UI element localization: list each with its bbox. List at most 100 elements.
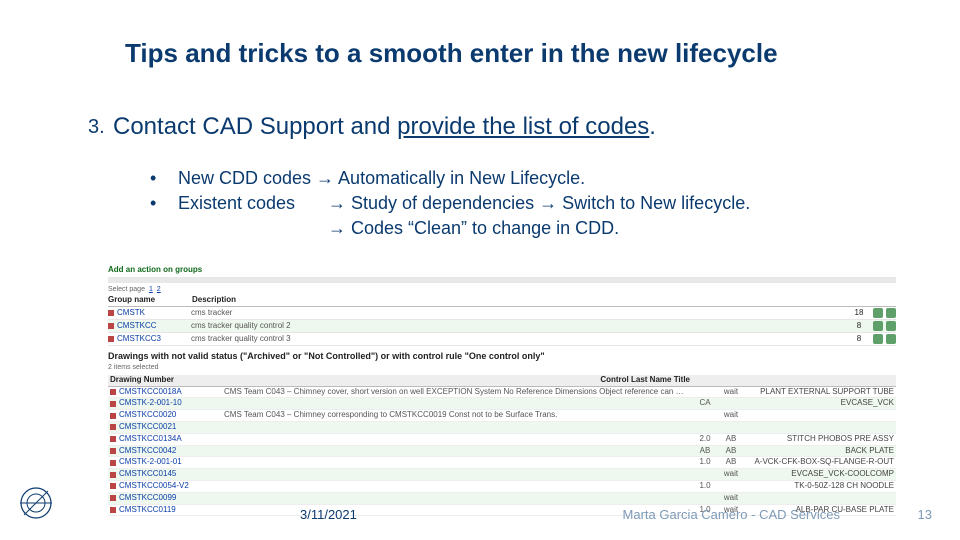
drawing-row[interactable]: CMSTKCC0054-V21.0TK-0-50Z-128 CH NOODLE <box>108 481 896 493</box>
drawing-lastname: wait <box>718 388 744 397</box>
bullet-list: • New CDD codes → Automatically in New L… <box>150 168 750 243</box>
drawing-number: CMSTKCC0099 <box>119 494 224 503</box>
action-icon[interactable] <box>873 321 883 331</box>
group-count: 8 <box>848 322 870 331</box>
bullet-2-label: Existent codes <box>178 193 328 214</box>
square-icon <box>110 436 116 442</box>
drawing-number: CMSTKCC0018A <box>119 388 224 397</box>
group-name: CMSTKCC <box>117 322 191 331</box>
square-icon <box>108 336 114 342</box>
drawing-desc: CMS Team C043 – Chimney cover, short ver… <box>224 388 692 397</box>
drawing-lastname: wait <box>718 470 744 479</box>
drawing-lastname: AB <box>718 447 744 456</box>
drawing-number: CMSTK-2-001-01 <box>119 458 224 467</box>
group-desc: cms tracker quality control 3 <box>191 335 848 344</box>
drawing-number: CMSTK-2-001-10 <box>119 399 224 408</box>
col-group-desc: Description <box>192 296 896 305</box>
drawing-title: STITCH PHOBOS PRE ASSY <box>744 435 894 444</box>
drawing-lastname: wait <box>718 494 744 503</box>
action-icon[interactable] <box>886 308 896 318</box>
drawing-control: CA <box>692 399 718 408</box>
footer-page-number: 13 <box>918 507 932 522</box>
col-group-name: Group name <box>108 296 192 305</box>
action-icon[interactable] <box>873 334 883 344</box>
heading-tail: . <box>649 113 656 140</box>
toolbar-bar <box>108 277 896 283</box>
section-heading: Contact CAD Support and provide the list… <box>113 113 656 141</box>
group-row[interactable]: CMSTKCC3cms tracker quality control 38 <box>108 333 896 346</box>
square-icon <box>110 448 116 454</box>
drawing-row[interactable]: CMSTKCC0021 <box>108 422 896 434</box>
group-desc: cms tracker quality control 2 <box>191 322 848 331</box>
list-number: 3. <box>88 116 105 139</box>
bullet-dot: • <box>150 168 178 189</box>
drawing-number: CMSTKCC0020 <box>119 411 224 420</box>
square-icon <box>110 495 116 501</box>
group-row[interactable]: CMSTKCCcms tracker quality control 28 <box>108 320 896 333</box>
drawing-number: CMSTKCC0021 <box>119 423 224 432</box>
square-icon <box>110 460 116 466</box>
page-1[interactable]: 1 <box>149 286 153 293</box>
drawing-title: EVCASE_VCK <box>744 399 894 408</box>
square-icon <box>110 507 116 513</box>
group-header: Group name Description <box>108 295 896 307</box>
drawing-row[interactable]: CMSTKCC0042ABABBACK PLATE <box>108 446 896 458</box>
pager: Select page 1 2 <box>108 286 896 294</box>
group-count: 8 <box>848 335 870 344</box>
group-name: CMSTKCC3 <box>117 335 191 344</box>
bullet-1: New CDD codes → Automatically in New Lif… <box>178 168 585 189</box>
drawing-row[interactable]: CMSTKCC0145 waitEVCASE_VCK-COOLCOMP <box>108 469 896 481</box>
footer-author: Marta Garcia Camero - CAD Services <box>623 507 840 522</box>
heading-underlined: provide the list of codes <box>397 113 649 140</box>
drawing-title: PLANT EXTERNAL SUPPORT TUBE <box>744 388 894 397</box>
group-name: CMSTK <box>117 309 191 318</box>
action-icon[interactable] <box>886 321 896 331</box>
heading-text: Contact CAD Support and <box>113 113 397 140</box>
drawing-title: TK-0-50Z-128 CH NOODLE <box>744 482 894 491</box>
drawing-row[interactable]: CMSTK-2-001-01 1.0ABA-VCK-CFK-BOX-SQ-FLAN… <box>108 457 896 469</box>
page-2[interactable]: 2 <box>157 286 161 293</box>
drawing-control: 2.0 <box>692 435 718 444</box>
bullet-2-rest: → Study of dependencies → Switch to New … <box>328 193 750 213</box>
drawing-lastname: wait <box>718 411 744 420</box>
drawing-row[interactable]: CMSTKCC0134A2.0ABSTITCH PHOBOS PRE ASSY <box>108 434 896 446</box>
drawing-number: CMSTKCC0119 <box>119 506 224 515</box>
col-drawing-number: Drawing Number <box>110 376 530 385</box>
drawing-title: BACK PLATE <box>744 447 894 456</box>
action-icon[interactable] <box>886 334 896 344</box>
drawing-title: EVCASE_VCK-COOLCOMP <box>744 470 894 479</box>
drawing-row[interactable]: CMSTKCC0018ACMS Team C043 – Chimney cove… <box>108 387 896 399</box>
square-icon <box>110 472 116 478</box>
col-drawing-rest: Control Last Name Title <box>530 376 690 385</box>
slide-title: Tips and tricks to a smooth enter in the… <box>125 38 778 69</box>
selection-count: 2 items selected <box>108 364 896 372</box>
add-action-link[interactable]: Add an action on groups <box>108 266 896 275</box>
embedded-screenshot: Add an action on groups Select page 1 2 … <box>108 266 896 516</box>
slide: Tips and tricks to a smooth enter in the… <box>0 0 960 540</box>
square-icon <box>110 389 116 395</box>
bullet-3: → Codes “Clean” to change in CDD. <box>328 218 619 239</box>
drawing-lastname: AB <box>718 458 744 467</box>
drawing-title: A-VCK-CFK-BOX-SQ-FLANGE-R-OUT <box>744 458 894 467</box>
group-row[interactable]: CMSTKcms tracker18 <box>108 307 896 320</box>
drawing-row[interactable]: CMSTKCC0099 wait <box>108 493 896 505</box>
drawing-number: CMSTKCC0054-V2 <box>119 482 224 491</box>
bullet-2: Existent codes→ Study of dependencies → … <box>178 193 750 214</box>
action-icon[interactable] <box>873 308 883 318</box>
drawing-number: CMSTKCC0145 <box>119 470 224 479</box>
group-count: 18 <box>848 309 870 318</box>
square-icon <box>108 310 114 316</box>
drawing-row[interactable]: CMSTK-2-001-10 CA EVCASE_VCK <box>108 398 896 410</box>
square-icon <box>110 401 116 407</box>
cern-logo <box>18 485 54 526</box>
square-icon <box>110 483 116 489</box>
square-icon <box>110 424 116 430</box>
drawings-section-title: Drawings with not valid status ("Archive… <box>108 352 896 362</box>
drawing-number: CMSTKCC0042 <box>119 447 224 456</box>
drawing-row[interactable]: CMSTKCC0020CMS Team C043 – Chimney corre… <box>108 410 896 422</box>
drawing-control: AB <box>692 447 718 456</box>
drawings-header: Drawing Number Control Last Name Title <box>108 375 896 387</box>
square-icon <box>110 413 116 419</box>
drawing-control: 1.0 <box>692 458 718 467</box>
drawing-desc: CMS Team C043 – Chimney corresponding to… <box>224 411 692 420</box>
